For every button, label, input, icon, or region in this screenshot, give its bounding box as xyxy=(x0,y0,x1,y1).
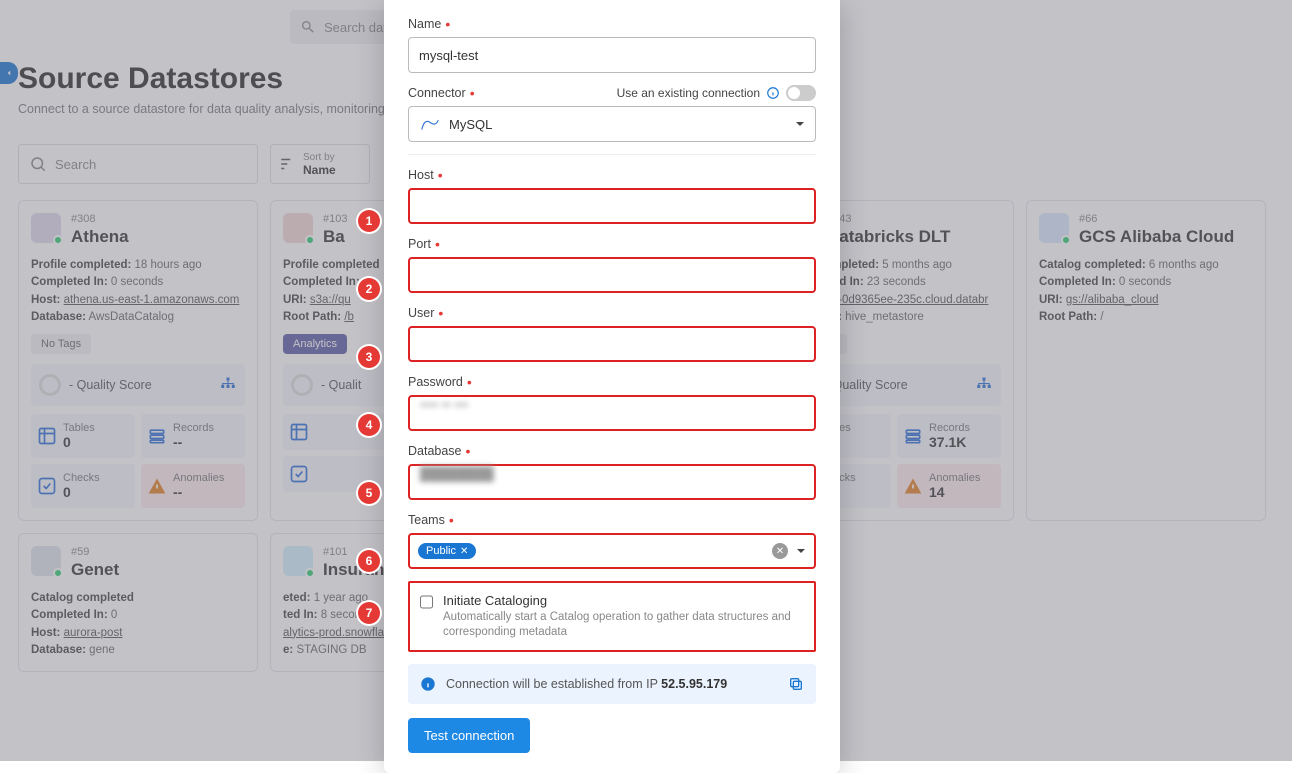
annotation-badge-2: 2 xyxy=(358,278,380,300)
catalog-title: Initiate Cataloging xyxy=(443,593,804,608)
name-input[interactable] xyxy=(408,37,816,73)
info-ip: 52.5.95.179 xyxy=(661,677,727,691)
database-input[interactable]: ████████ xyxy=(408,464,816,500)
copy-icon[interactable] xyxy=(788,676,804,692)
ip-info-bar: Connection will be established from IP 5… xyxy=(408,664,816,704)
existing-conn-label: Use an existing connection xyxy=(617,86,760,100)
teams-select[interactable]: Public✕ ✕ xyxy=(408,533,816,569)
port-input[interactable] xyxy=(408,257,816,293)
caret-down-icon xyxy=(795,119,805,129)
mysql-icon xyxy=(419,115,441,133)
test-connection-button[interactable]: Test connection xyxy=(408,718,530,753)
annotation-badge-4: 4 xyxy=(358,414,380,436)
teams-label: Teams• xyxy=(408,512,816,528)
password-label: Password• xyxy=(408,374,816,390)
catalog-desc: Automatically start a Catalog operation … xyxy=(443,610,804,640)
initiate-catalog-checkbox[interactable] xyxy=(420,594,433,610)
connector-value: MySQL xyxy=(449,117,492,132)
database-label: Database• xyxy=(408,443,816,459)
caret-down-icon xyxy=(796,546,806,556)
annotation-badge-5: 5 xyxy=(358,482,380,504)
user-input[interactable] xyxy=(408,326,816,362)
user-label: User• xyxy=(408,305,816,321)
annotation-badge-3: 3 xyxy=(358,346,380,368)
annotation-badge-6: 6 xyxy=(358,550,380,572)
existing-conn-toggle[interactable] xyxy=(786,85,816,101)
host-input[interactable] xyxy=(408,188,816,224)
info-icon xyxy=(420,676,436,692)
name-label: Name• xyxy=(408,16,816,32)
host-label: Host• xyxy=(408,167,816,183)
clear-teams-icon[interactable]: ✕ xyxy=(772,543,788,559)
annotation-badge-1: 1 xyxy=(358,210,380,232)
info-icon xyxy=(766,86,780,100)
info-text: Connection will be established from IP xyxy=(446,677,661,691)
connector-label: Connector• xyxy=(408,85,475,101)
add-datastore-modal: Name• Connector• Use an existing connect… xyxy=(384,0,840,773)
annotation-badge-7: 7 xyxy=(358,602,380,624)
team-chip-public[interactable]: Public✕ xyxy=(418,543,476,559)
initiate-catalog-box: Initiate Cataloging Automatically start … xyxy=(408,581,816,652)
port-label: Port• xyxy=(408,236,816,252)
password-input[interactable]: •••• •• ••• xyxy=(408,395,816,431)
connector-select[interactable]: MySQL xyxy=(408,106,816,142)
